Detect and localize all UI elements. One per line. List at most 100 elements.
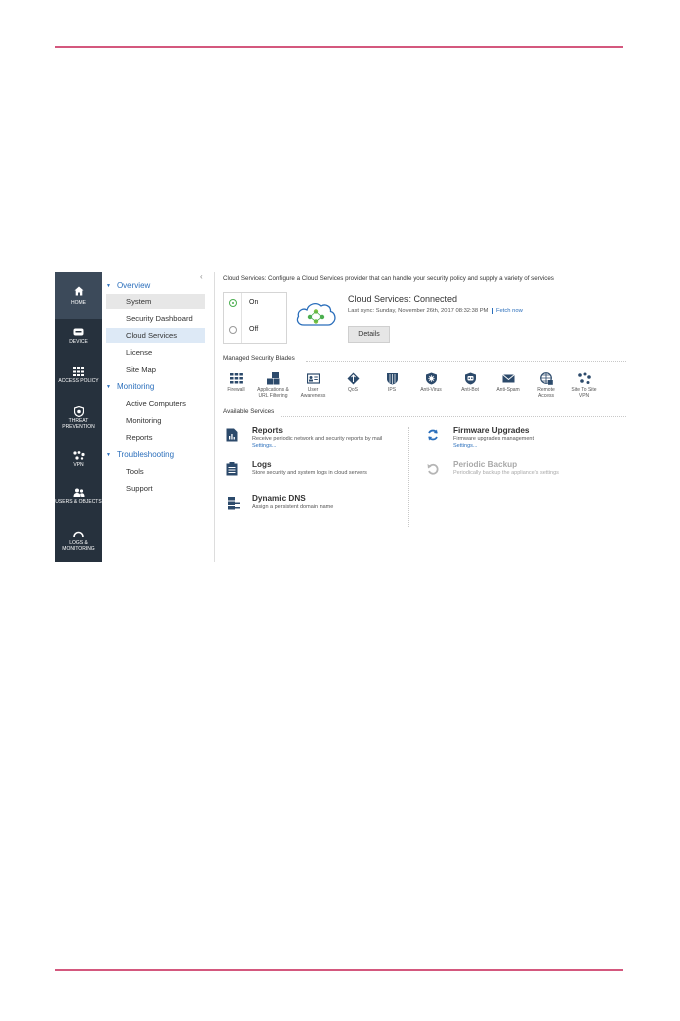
blade-anti-bot[interactable]: Anti-Bot [453, 372, 487, 393]
nav-access-policy[interactable]: ACCESS POLICY [55, 364, 102, 396]
anti-bot-icon [464, 372, 476, 385]
device-icon [73, 328, 84, 336]
nav-home[interactable]: HOME [55, 272, 102, 319]
nav-users-objects[interactable]: USERS & OBJECTS [55, 485, 102, 521]
blade-label: Firewall [227, 387, 245, 393]
tree-item-monitoring[interactable]: Monitoring [106, 413, 205, 428]
service-title: Dynamic DNS [252, 494, 306, 503]
site-to-site-vpn-icon [577, 372, 591, 384]
tree-item-support[interactable]: Support [106, 481, 205, 496]
blade-label: Site To Site VPN [571, 387, 597, 399]
on-off-toggle: On Off [223, 292, 287, 344]
cloud-services-panel: Cloud Services: Configure a Cloud Servic… [223, 272, 626, 562]
blade-label: IPS [387, 387, 397, 393]
blade-label: QoS [347, 387, 358, 393]
blade-site-to-site-vpn[interactable]: Site To Site VPN [567, 372, 601, 399]
tree-item-cloud-services[interactable]: Cloud Services [106, 328, 205, 343]
tree-item-reports[interactable]: Reports [106, 430, 205, 445]
nav-vpn[interactable]: VPN [55, 448, 102, 476]
vpn-icon [72, 451, 85, 460]
dynamic-dns-icon [228, 497, 240, 510]
last-sync-value: Last sync: Sunday, November 26th, 2017 0… [348, 308, 489, 314]
tree-section-monitoring[interactable]: ▼ Monitoring [106, 382, 154, 391]
radio-off[interactable] [229, 326, 237, 334]
services-column-divider [408, 427, 409, 527]
blade-label: Applications & URL Filtering [257, 387, 289, 399]
tree-item-active-computers[interactable]: Active Computers [106, 396, 205, 411]
service-title: Firmware Upgrades [453, 426, 530, 435]
anti-spam-icon [501, 374, 515, 383]
firmware-settings-link[interactable]: Settings... [453, 443, 477, 449]
blade-anti-spam[interactable]: Anti-Spam [491, 372, 525, 393]
nav-threat-prevention[interactable]: THREAT PREVENTION [55, 403, 102, 437]
collapse-tree-icon[interactable]: ‹ [200, 272, 203, 281]
chevron-down-icon: ▼ [106, 283, 111, 289]
header-rule [55, 46, 623, 48]
fetch-now-link[interactable]: Fetch now [492, 308, 523, 314]
tree-item-license[interactable]: License [106, 345, 205, 360]
service-description: Store security and system logs in cloud … [252, 470, 367, 476]
service-periodic-backup[interactable]: Periodic Backup Periodically backup the … [427, 460, 617, 480]
reports-icon [226, 428, 238, 442]
chevron-down-icon: ▼ [106, 452, 111, 458]
remote-access-icon [539, 372, 553, 385]
services-divider [281, 416, 626, 417]
users-objects-icon [73, 488, 84, 497]
service-firmware-upgrades[interactable]: Firmware Upgrades Firmware upgrades mana… [427, 426, 617, 450]
toggle-off-option[interactable]: Off [224, 320, 286, 345]
user-awareness-icon [306, 373, 320, 384]
ips-icon [386, 373, 398, 385]
nav-label: LOGS & MONITORING [62, 540, 95, 552]
qos-icon [347, 372, 359, 385]
service-reports[interactable]: Reports Receive periodic network and sec… [226, 426, 406, 450]
blade-user-awareness[interactable]: User Awareness [296, 372, 330, 399]
blade-app-url-filtering[interactable]: Applications & URL Filtering [256, 372, 290, 399]
tree-section-label: Troubleshooting [116, 450, 175, 459]
blade-label: Anti-Virus [420, 387, 442, 393]
anti-virus-icon [425, 372, 437, 385]
tree-item-tools[interactable]: Tools [106, 464, 205, 479]
blade-label: Anti-Bot [461, 387, 479, 393]
nav-label: VPN [73, 462, 84, 468]
reports-settings-link[interactable]: Settings... [252, 443, 276, 449]
main-nav: HOME DEVICE ACCESS POLICY THREAT PREVENT… [55, 272, 102, 562]
cloud-connected-icon [296, 303, 336, 326]
connection-status-title: Cloud Services: Connected [348, 294, 458, 304]
nav-label: HOME [71, 300, 86, 306]
page-description: Cloud Services: Configure a Cloud Servic… [223, 275, 554, 282]
logs-monitoring-icon [73, 531, 84, 538]
service-logs[interactable]: Logs Store security and system logs in c… [226, 460, 406, 480]
firmware-upgrades-icon [428, 429, 438, 441]
blade-ips[interactable]: IPS [375, 372, 409, 393]
blade-firewall[interactable]: Firewall [219, 372, 253, 393]
toggle-on-label: On [249, 299, 259, 306]
nav-logs-monitoring[interactable]: LOGS & MONITORING [55, 527, 102, 562]
tree-item-system[interactable]: System [106, 294, 205, 309]
blades-divider [306, 361, 626, 362]
nav-device[interactable]: DEVICE [55, 325, 102, 355]
service-description: Firmware upgrades management [453, 436, 535, 442]
app-url-filtering-icon [266, 372, 279, 385]
toggle-on-option[interactable]: On [224, 293, 286, 318]
service-title: Periodic Backup [453, 460, 518, 469]
blade-anti-virus[interactable]: Anti-Virus [414, 372, 448, 393]
toggle-off-label: Off [249, 326, 259, 333]
tree-section-troubleshooting[interactable]: ▼ Troubleshooting [106, 450, 174, 459]
tree-nav: ‹ ▼ Overview System Security Dashboard Cl… [102, 272, 212, 562]
service-dynamic-dns[interactable]: Dynamic DNS Assign a persistent domain n… [226, 494, 406, 514]
threat-prevention-icon [73, 406, 84, 417]
tree-item-security-dashboard[interactable]: Security Dashboard [106, 311, 205, 326]
tree-section-overview[interactable]: ▼ Overview [106, 281, 150, 290]
chevron-down-icon: ▼ [106, 384, 111, 390]
app-screenshot: HOME DEVICE ACCESS POLICY THREAT PREVENT… [55, 272, 626, 562]
service-description: Receive periodic network and security re… [252, 436, 383, 442]
blade-qos[interactable]: QoS [336, 372, 370, 393]
service-title: Reports [252, 426, 283, 435]
details-button[interactable]: Details [348, 326, 390, 343]
access-policy-icon [73, 367, 84, 376]
radio-on[interactable] [229, 299, 237, 307]
tree-section-label: Monitoring [116, 382, 155, 391]
tree-divider [214, 272, 215, 562]
tree-item-site-map[interactable]: Site Map [106, 362, 205, 377]
blade-remote-access[interactable]: Remote Access [529, 372, 563, 399]
